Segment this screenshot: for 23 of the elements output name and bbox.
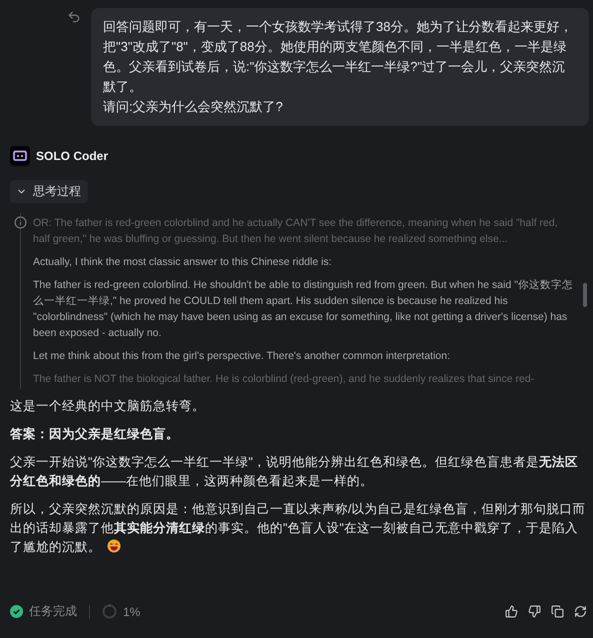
thinking-text: OR: The father is red-green colorblind and he actually CAN'T see the difference, meaning when he said "half red, half green," he was bluffing or guessing. But then he went silent because he realized something else... xyxy=(33,216,559,247)
answer-paragraph: 父亲一开始说"你这数字怎么一半红一半绿"，说明他能分辨出红色和绿色。但红绿色盲患者是无法区分红色和绿色的——在他们眼里，这两种颜色看起来是一样的。 xyxy=(10,454,579,490)
agent-name: SOLO Coder xyxy=(36,149,108,163)
thumbs-down-icon[interactable] xyxy=(526,603,543,620)
refresh-icon[interactable] xyxy=(572,603,589,620)
scrollbar-thumb[interactable] xyxy=(583,283,587,307)
progress-text: 1% xyxy=(123,604,140,618)
thinking-text: The father is red-green colorblind. He shouldn't be able to distinguish red from green. But when he said "你这数字怎么一半红一半绿," he proved he COULD tell them apart. His sudden silence is because he realized his "colorblindness" (which he may have been using as an excuse for something, like not getting a driver's license) has been exposed - actually no. xyxy=(33,278,574,341)
answer-paragraph: 答案：因为父亲是红绿色盲。 xyxy=(10,426,180,443)
thinking-text: Let me think about this from the girl's perspective. There's another common interpretation: xyxy=(33,349,452,364)
robot-logo-icon xyxy=(10,146,30,166)
check-circle-icon xyxy=(10,605,23,618)
status-text: 任务完成 xyxy=(29,603,77,620)
info-icon xyxy=(14,216,27,229)
thinking-text: Actually, I think the most classic answer to this Chinese riddle is: xyxy=(33,255,333,270)
answer-paragraph: 这是一个经典的中文脑筋急转弯。 xyxy=(10,398,206,415)
progress-ring xyxy=(102,604,117,619)
answer-paragraph: 所以，父亲突然沉默的原因是：他意识到自己一直以来声称/以为自己是红绿色盲，但刚才那句脱口而出的话却暴露了他其实能分清红绿的事实。他的"色盲人设"在这一刻被自己无意中戳穿了，于是陷入了尴尬的沉默。 xyxy=(10,501,586,556)
thinking-text: The father is NOT the biological father. He is colorblind (red-green), and he suddenly realizes that since red- xyxy=(33,372,536,387)
thumbs-up-icon[interactable] xyxy=(503,603,520,620)
user-message: 回答问题即可，有一天，一个女孩数学考试得了38分。她为了让分数看起来更好，把"3"改成了"8"，变成了88分。她使用的两支笔颜色不同，一半是红色，一半是绿色。父亲看到试卷后，说:"你这数字怎么一半红一半绿?"过了一会儿，父亲突然沉默了。 请问:父亲为什么会突然沉默了? xyxy=(91,8,589,126)
thinking-toggle[interactable]: 思考过程 xyxy=(10,180,88,203)
copy-icon[interactable] xyxy=(549,603,566,620)
